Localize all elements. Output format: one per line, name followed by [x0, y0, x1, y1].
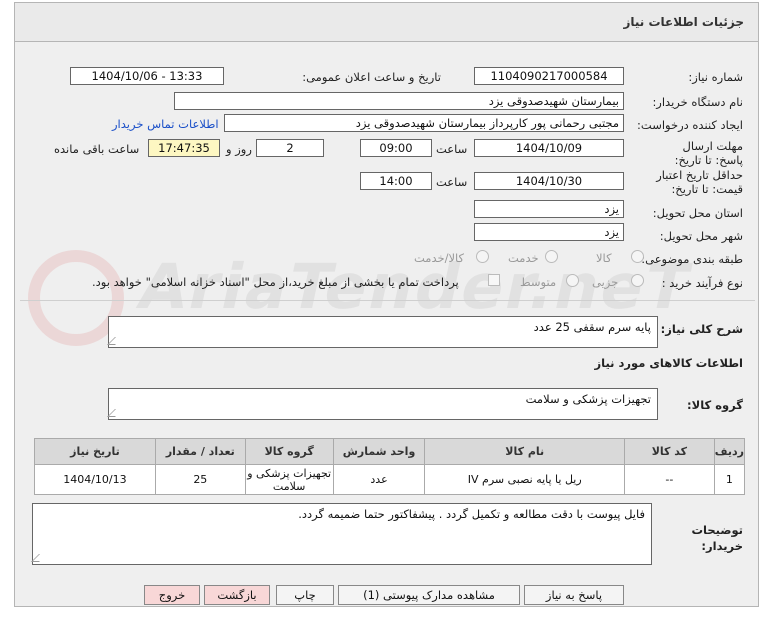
city-label: شهر محل تحویل:	[659, 229, 743, 243]
description-text: پایه سرم سقفی 25 عدد	[533, 320, 651, 334]
days-field: 2	[256, 139, 324, 157]
resize-grip-icon[interactable]	[31, 554, 47, 562]
buyer-notes-textarea: فایل پیوست با دقت مطالعه و تکمیل گردد . …	[31, 503, 652, 565]
validity-time-label: ساعت	[436, 175, 468, 189]
goods-group-label: گروه کالا:	[687, 398, 743, 412]
cell-name: ریل یا پایه نصبی سرم IV	[424, 464, 625, 495]
treasury-note: پرداخت تمام یا بخشی از مبلغ خرید،از محل …	[92, 275, 459, 289]
city-field: یزد	[474, 223, 624, 241]
back-button[interactable]: بازگشت	[204, 585, 270, 605]
col-unit: واحد شمارش	[332, 438, 426, 465]
print-button[interactable]: چاپ	[276, 585, 334, 605]
cell-date: 1404/10/13	[34, 464, 156, 495]
goods-section-title: اطلاعات کالاهای مورد نیاز	[594, 356, 743, 370]
validity-date-field: 1404/10/30	[474, 172, 624, 190]
description-label: شرح کلی نیاز:	[660, 322, 743, 336]
page-title: جزئیات اطلاعات نیاز	[623, 15, 744, 29]
deadline-label: مهلت ارسال پاسخ: تا تاریخ:	[674, 139, 743, 167]
buyer-label: نام دستگاه خریدار:	[652, 95, 743, 109]
goods-group-textarea: تجهیزات پزشکی و سلامت	[107, 388, 658, 420]
col-row: ردیف	[713, 438, 746, 465]
attachments-button[interactable]: مشاهده مدارک پیوستی (1)	[338, 585, 520, 605]
table-row: 1 -- ریل یا پایه نصبی سرم IV عدد تجهیزات…	[34, 464, 746, 495]
deadline-date-field: 1404/10/09	[474, 139, 624, 157]
goods-group-text: تجهیزات پزشکی و سلامت	[525, 392, 651, 406]
col-name: نام کالا	[424, 438, 625, 465]
category-option-goods: کالا	[596, 251, 612, 265]
announce-label: تاریخ و ساعت اعلان عمومی:	[302, 70, 441, 84]
cell-group: تجهیزات پزشکی و سلامت	[244, 464, 334, 495]
exit-button[interactable]: خروج	[144, 585, 200, 605]
process-label: نوع فرآیند خرید :	[661, 276, 743, 290]
need-number-field: 1104090217000584	[474, 67, 624, 85]
province-label: استان محل تحویل:	[652, 206, 743, 220]
cell-unit: عدد	[332, 464, 426, 495]
buyer-notes-label: توضیحات خریدار:	[691, 523, 744, 553]
cell-row: 1	[713, 464, 746, 495]
buyer-field: بیمارستان شهیدصدوقی یزد	[174, 92, 624, 110]
deadline-time-label: ساعت	[436, 142, 468, 156]
category-radio-goods[interactable]	[631, 250, 644, 263]
cell-qty: 25	[154, 464, 246, 495]
resize-grip-icon[interactable]	[107, 409, 123, 417]
process-option-minor: جزیی	[592, 275, 619, 289]
divider	[20, 300, 755, 301]
header-bar: جزئیات اطلاعات نیاز	[14, 2, 759, 42]
treasury-checkbox[interactable]	[488, 274, 500, 286]
days-label: روز و	[226, 142, 252, 156]
resize-grip-icon[interactable]	[107, 337, 123, 345]
category-label: طبقه بندی موضوعی:	[641, 252, 743, 266]
category-option-service: خدمت	[508, 251, 539, 265]
remaining-time-field: 17:47:35	[148, 139, 220, 157]
creator-label: ایجاد کننده درخواست:	[637, 118, 743, 132]
validity-label: حداقل تاریخ اعتبار قیمت: تا تاریخ:	[656, 168, 743, 196]
announce-field: 1404/10/06 - 13:33	[70, 67, 224, 85]
description-textarea: پایه سرم سقفی 25 عدد	[107, 316, 658, 348]
process-radio-minor[interactable]	[631, 274, 644, 287]
creator-field: مجتبی رحمانی پور کارپرداز بیمارستان شهید…	[224, 114, 624, 132]
province-field: یزد	[474, 200, 624, 218]
col-group: گروه کالا	[244, 438, 334, 465]
reply-button[interactable]: پاسخ به نیاز	[524, 585, 624, 605]
goods-table: ردیف کد کالا نام کالا واحد شمارش گروه کا…	[34, 438, 746, 495]
contact-info-link[interactable]: اطلاعات تماس خریدار	[112, 117, 219, 131]
category-radio-service[interactable]	[545, 250, 558, 263]
need-number-label: شماره نیاز:	[688, 70, 743, 84]
table-header-row: ردیف کد کالا نام کالا واحد شمارش گروه کا…	[34, 438, 746, 465]
col-date: تاریخ نیاز	[34, 438, 156, 465]
remaining-label: ساعت باقی مانده	[54, 142, 140, 156]
process-option-medium: متوسط	[520, 275, 557, 289]
validity-time-field: 14:00	[360, 172, 432, 190]
col-code: کد کالا	[623, 438, 715, 465]
category-option-goods-service: کالا/خدمت	[414, 251, 465, 265]
process-radio-medium[interactable]	[566, 274, 579, 287]
deadline-time-field: 09:00	[360, 139, 432, 157]
col-qty: تعداد / مقدار	[154, 438, 246, 465]
buyer-notes-text: فایل پیوست با دقت مطالعه و تکمیل گردد . …	[298, 507, 645, 521]
cell-code: --	[623, 464, 715, 495]
category-radio-goods-service[interactable]	[476, 250, 489, 263]
